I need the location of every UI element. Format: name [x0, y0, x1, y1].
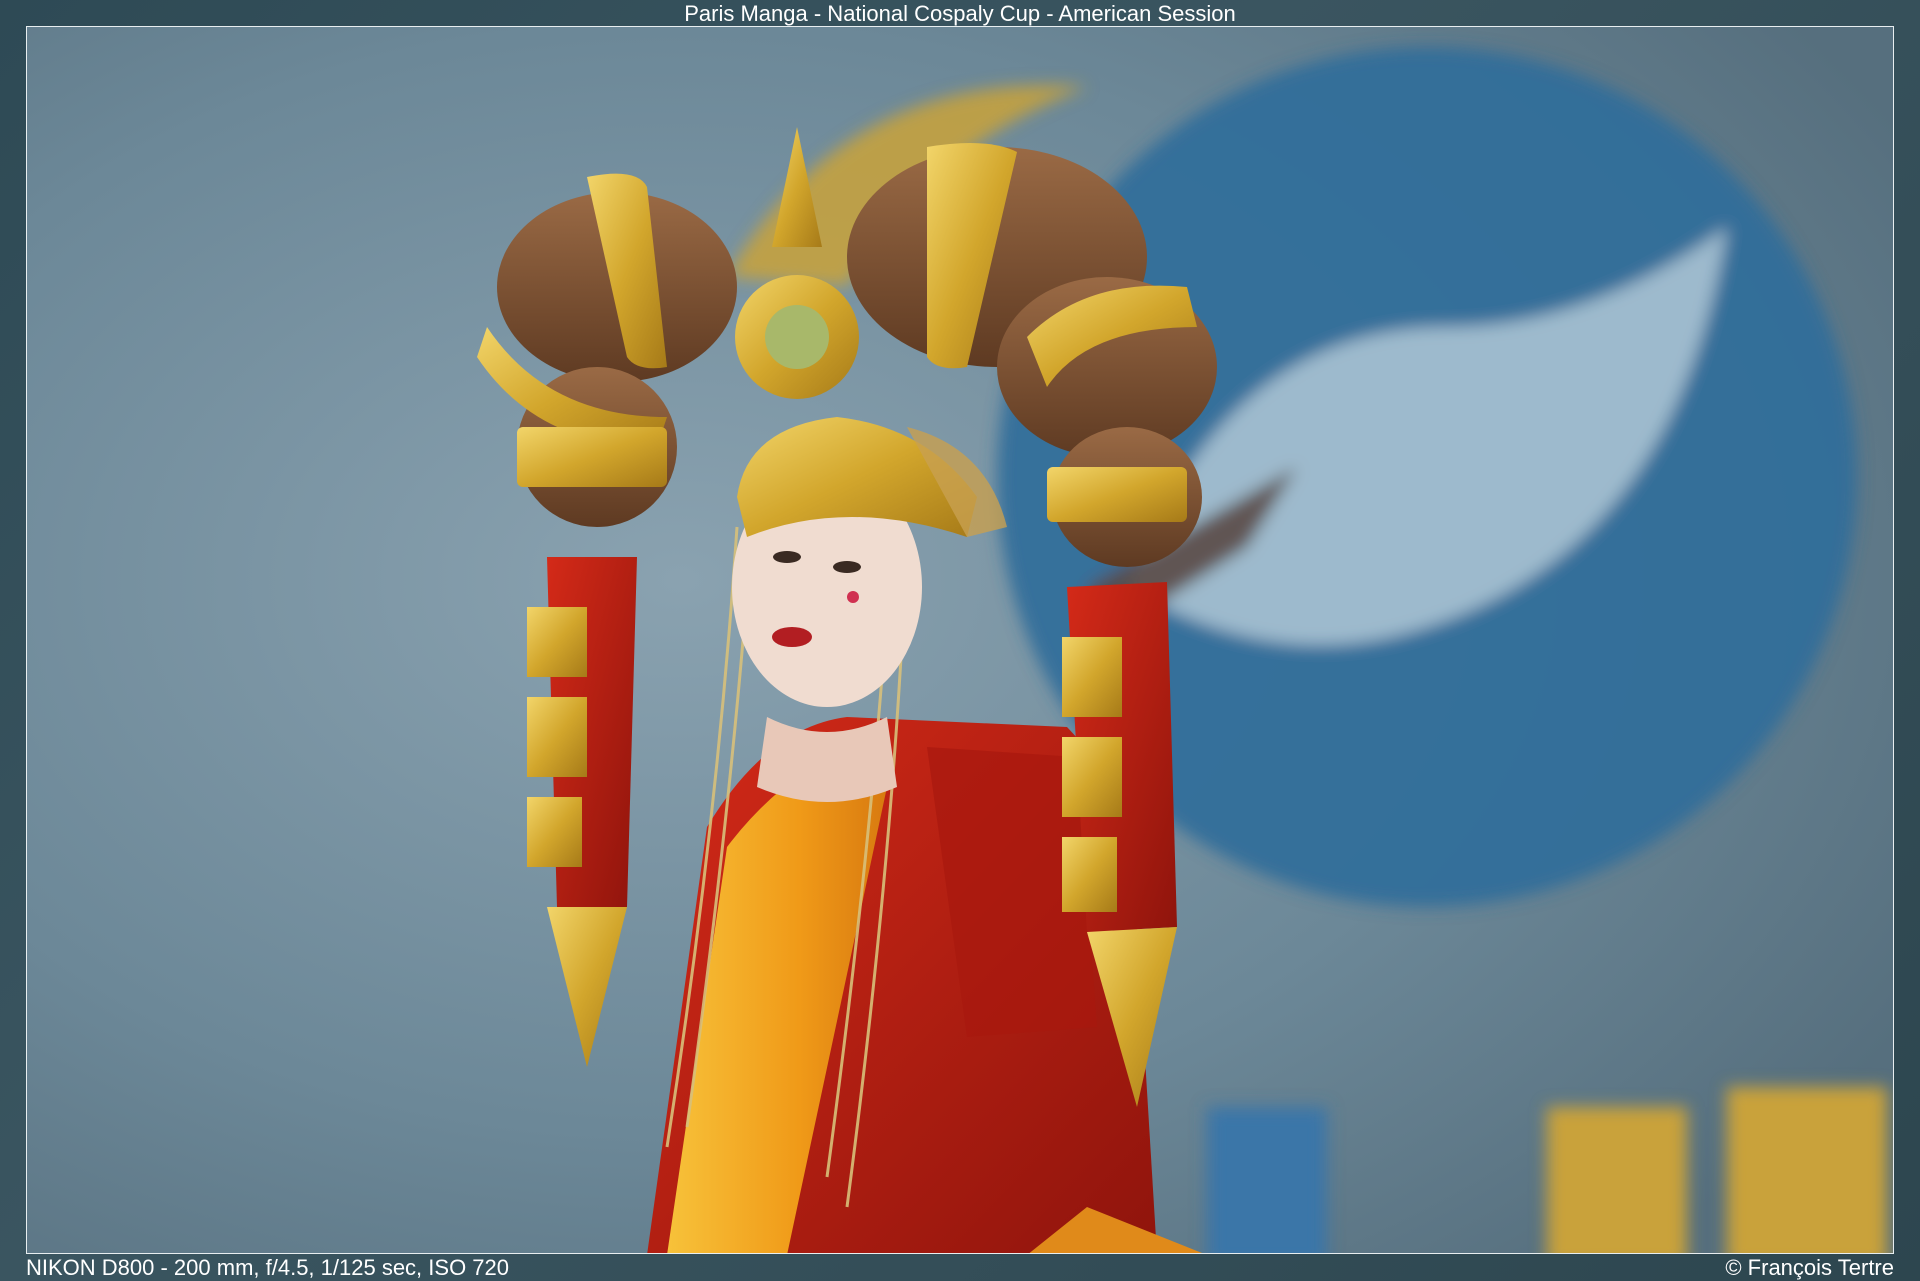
photo-title: Paris Manga - National Cospaly Cup - Ame… [684, 1, 1236, 26]
camera-info: NIKON D800 - 200 mm, f/4.5, 1/125 sec, I… [26, 1255, 510, 1280]
cosplay-photo-illustration [27, 27, 1893, 1253]
copyright: © François Tertre [1725, 1255, 1894, 1280]
photo [26, 26, 1894, 1254]
